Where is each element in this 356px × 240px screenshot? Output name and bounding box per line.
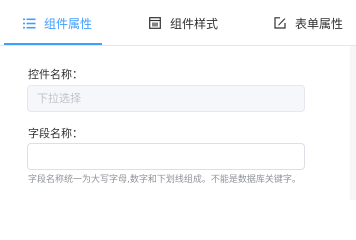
control-name-select[interactable] bbox=[27, 85, 305, 112]
tab-label: 组件属性 bbox=[44, 16, 93, 31]
list-icon bbox=[22, 16, 36, 30]
style-icon bbox=[148, 16, 162, 30]
tab-component-style[interactable]: 组件样式 bbox=[148, 0, 218, 46]
tab-bar: 组件属性 组件样式 表单属性 bbox=[0, 0, 356, 46]
edit-icon bbox=[273, 16, 287, 30]
tab-label: 组件样式 bbox=[170, 16, 219, 31]
tab-form-properties[interactable]: 表单属性 bbox=[273, 0, 343, 46]
scrollbar-track[interactable] bbox=[350, 46, 356, 200]
field-name-hint: 字段名称统一为大写字母,数字和下划线组成。不能是数据库关键字。 bbox=[28, 175, 301, 185]
active-tab-indicator bbox=[4, 43, 102, 45]
tab-component-properties[interactable]: 组件属性 bbox=[22, 0, 92, 46]
control-name-label: 控件名称： bbox=[28, 68, 83, 81]
tab-label: 表单属性 bbox=[295, 16, 344, 31]
field-name-label: 字段名称： bbox=[28, 127, 83, 140]
field-name-input[interactable] bbox=[27, 143, 305, 170]
